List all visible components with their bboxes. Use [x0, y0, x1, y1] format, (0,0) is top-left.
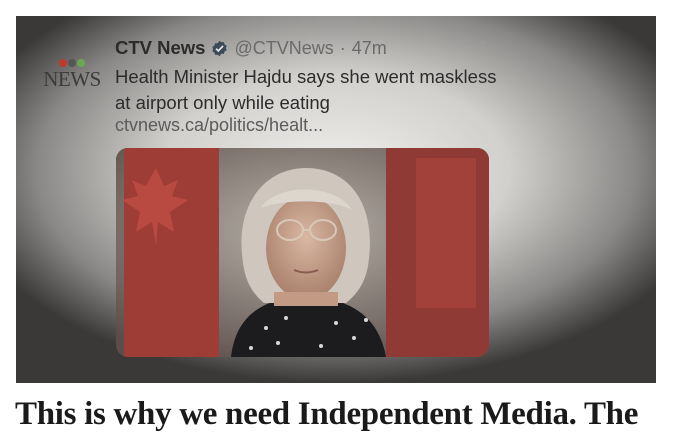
tweet-photo[interactable] [116, 148, 489, 357]
tweet-text: Health Minister Hajdu says she went mask… [115, 66, 497, 113]
ctv-news-logo: NEWS [40, 57, 104, 101]
tweet-screenshot: NEWS CTV News @CTVNews · 47m ••• Health … [16, 16, 656, 383]
photo-illustration [116, 148, 489, 357]
separator-dot: · [339, 37, 346, 58]
tweet-header: CTV News @CTVNews · 47m [115, 36, 387, 60]
logo-text: NEWS [43, 67, 101, 91]
article-title: This is why we need Independent Media. T… [15, 396, 639, 432]
account-handle[interactable]: @CTVNews [234, 38, 333, 59]
tweet-timestamp[interactable]: 47m [352, 38, 387, 59]
more-options-icon[interactable]: ••• [467, 35, 487, 53]
verified-badge-icon [212, 40, 228, 56]
tweet-link[interactable]: ctvnews.ca/politics/healt... [115, 115, 323, 136]
account-name[interactable]: CTV News [115, 37, 205, 59]
